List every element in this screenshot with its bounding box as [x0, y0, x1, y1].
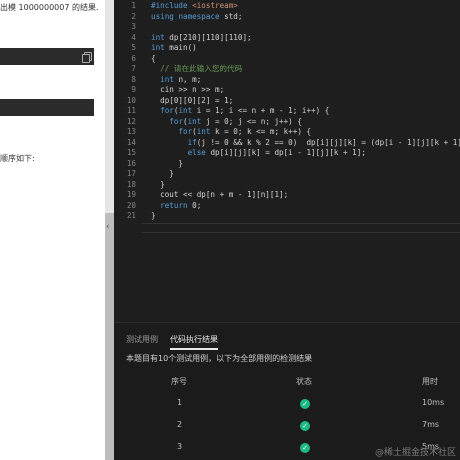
line-number: 4	[131, 32, 136, 42]
row-index: 3	[177, 442, 183, 451]
line-code[interactable]: }	[151, 180, 165, 190]
check-circle-icon: ✓	[300, 421, 310, 431]
line-code[interactable]: {	[151, 54, 156, 64]
line-number: 1	[131, 1, 136, 10]
line-code[interactable]: cout << dp[n + m - 1][n][1];	[151, 190, 288, 200]
line-number: 17	[126, 169, 136, 178]
code-line[interactable]: 15 else dp[i][j][k] = dp[i - 1][j][k + 1…	[114, 148, 460, 158]
line-number: 21	[126, 211, 136, 220]
line-code[interactable]: int dp[210][110][110];	[151, 33, 252, 43]
line-number: 5	[131, 43, 136, 52]
tab-execution-results[interactable]: 代码执行结果	[170, 334, 218, 350]
code-line[interactable]: 21}	[114, 211, 460, 221]
code-line[interactable]: 6{	[114, 54, 460, 64]
line-number: 3	[131, 22, 136, 31]
line-number: 13	[126, 127, 136, 136]
line-code[interactable]: using namespace std;	[151, 12, 242, 22]
tab-test-cases[interactable]: 测试用例	[126, 334, 158, 345]
line-code[interactable]: dp[0][0][2] = 1;	[151, 96, 233, 106]
code-line[interactable]: 1 #include <iostream>	[114, 1, 460, 11]
line-number: 16	[126, 158, 136, 168]
code-line[interactable]: 20 return 0;	[114, 201, 460, 211]
code-line[interactable]: 16 }	[114, 159, 460, 169]
pane-splitter[interactable]: ‹	[105, 0, 114, 460]
line-code[interactable]: for(int j = 0; j <= n; j++) {	[151, 117, 302, 127]
row-time: 10ms	[422, 398, 445, 407]
line-number: 14	[126, 137, 136, 147]
line-number: 2	[131, 11, 136, 21]
code-line[interactable]: 19 cout << dp[n + m - 1][n][1];	[114, 190, 460, 200]
code-line[interactable]: 9 cin >> n >> m;	[114, 85, 460, 95]
current-line-highlight	[142, 223, 460, 233]
code-editor[interactable]: 1 #include <iostream> 2 using namespace std…	[114, 0, 460, 322]
line-code[interactable]: // 请在此输入您的代码	[151, 64, 242, 74]
line-number: 6	[131, 53, 136, 63]
code-line[interactable]: 2 using namespace std;	[114, 12, 460, 22]
code-line[interactable]: 8 int n, m;	[114, 75, 460, 85]
column-header-status: 状态	[296, 377, 312, 386]
line-code[interactable]: int main()	[151, 43, 197, 53]
line-code[interactable]: else dp[i][j][k] = dp[i - 1][j][k + 1];	[151, 148, 366, 158]
line-number: 18	[126, 179, 136, 189]
sample-input-block	[0, 48, 94, 65]
code-line[interactable]: 18 }	[114, 180, 460, 190]
row-time: 7ms	[422, 420, 440, 429]
line-number: 15	[126, 148, 136, 157]
watermark: @稀土掘金技术社区	[374, 448, 456, 458]
line-code[interactable]: }	[151, 169, 174, 179]
code-line[interactable]: 10 dp[0][0][2] = 1;	[114, 96, 460, 106]
results-summary: 本题目有10个测试用例，以下为全部用例的检测结果	[126, 354, 313, 363]
column-header-time: 用时	[422, 377, 438, 386]
line-number: 20	[126, 200, 136, 210]
line-number: 9	[131, 85, 136, 94]
line-number: 11	[126, 106, 136, 115]
row-index: 2	[177, 420, 183, 429]
line-code[interactable]: for(int i = 1; i <= n + m - 1; i++) {	[151, 106, 329, 116]
code-line[interactable]: 13 for(int k = 0; k <= m; k++) {	[114, 127, 460, 137]
scrollbar-thumb[interactable]	[105, 213, 114, 460]
code-line[interactable]: 4 int dp[210][110][110];	[114, 33, 460, 43]
line-code[interactable]: }	[151, 211, 156, 221]
line-number: 7	[131, 64, 136, 73]
results-panel: 测试用例 代码执行结果 本题目有10个测试用例，以下为全部用例的检测结果 序号 …	[114, 322, 460, 460]
check-circle-icon: ✓	[300, 443, 310, 453]
problem-description-pane: 出模 1000000007 的结果. 顺序如下:	[0, 0, 105, 460]
code-line[interactable]: 14 if(j != 0 && k % 2 == 0) dp[i][j][k] …	[114, 138, 460, 148]
code-line[interactable]: 3	[114, 22, 460, 32]
code-line[interactable]: 11 for(int i = 1; i <= n + m - 1; i++) {	[114, 106, 460, 116]
code-line[interactable]: 17 }	[114, 169, 460, 179]
line-number: 12	[126, 116, 136, 126]
row-index: 1	[177, 398, 183, 407]
code-line[interactable]: 12 for(int j = 0; j <= n; j++) {	[114, 117, 460, 127]
code-line[interactable]: 5 int main()	[114, 43, 460, 53]
line-code[interactable]: if(j != 0 && k % 2 == 0) dp[i][j][k] = (…	[151, 138, 460, 148]
line-number: 8	[131, 74, 136, 84]
problem-text: 出模 1000000007 的结果.	[0, 3, 99, 12]
sample-output-block	[0, 99, 94, 116]
line-code[interactable]: cin >> n >> m;	[151, 85, 224, 95]
line-code[interactable]: #include <iostream>	[151, 1, 238, 11]
line-number: 19	[126, 190, 136, 199]
line-code[interactable]: }	[151, 159, 183, 169]
line-number: 10	[126, 95, 136, 105]
problem-text: 顺序如下:	[0, 154, 35, 163]
collapse-arrow-icon[interactable]: ‹	[106, 222, 110, 232]
line-code[interactable]: for(int k = 0; k <= m; k++) {	[151, 127, 311, 137]
check-circle-icon: ✓	[300, 399, 310, 409]
column-header-index: 序号	[171, 377, 187, 386]
code-line[interactable]: 7 // 请在此输入您的代码	[114, 64, 460, 74]
copy-icon[interactable]	[82, 52, 92, 63]
line-code[interactable]: return 0;	[151, 201, 201, 211]
line-code[interactable]: int n, m;	[151, 75, 201, 85]
